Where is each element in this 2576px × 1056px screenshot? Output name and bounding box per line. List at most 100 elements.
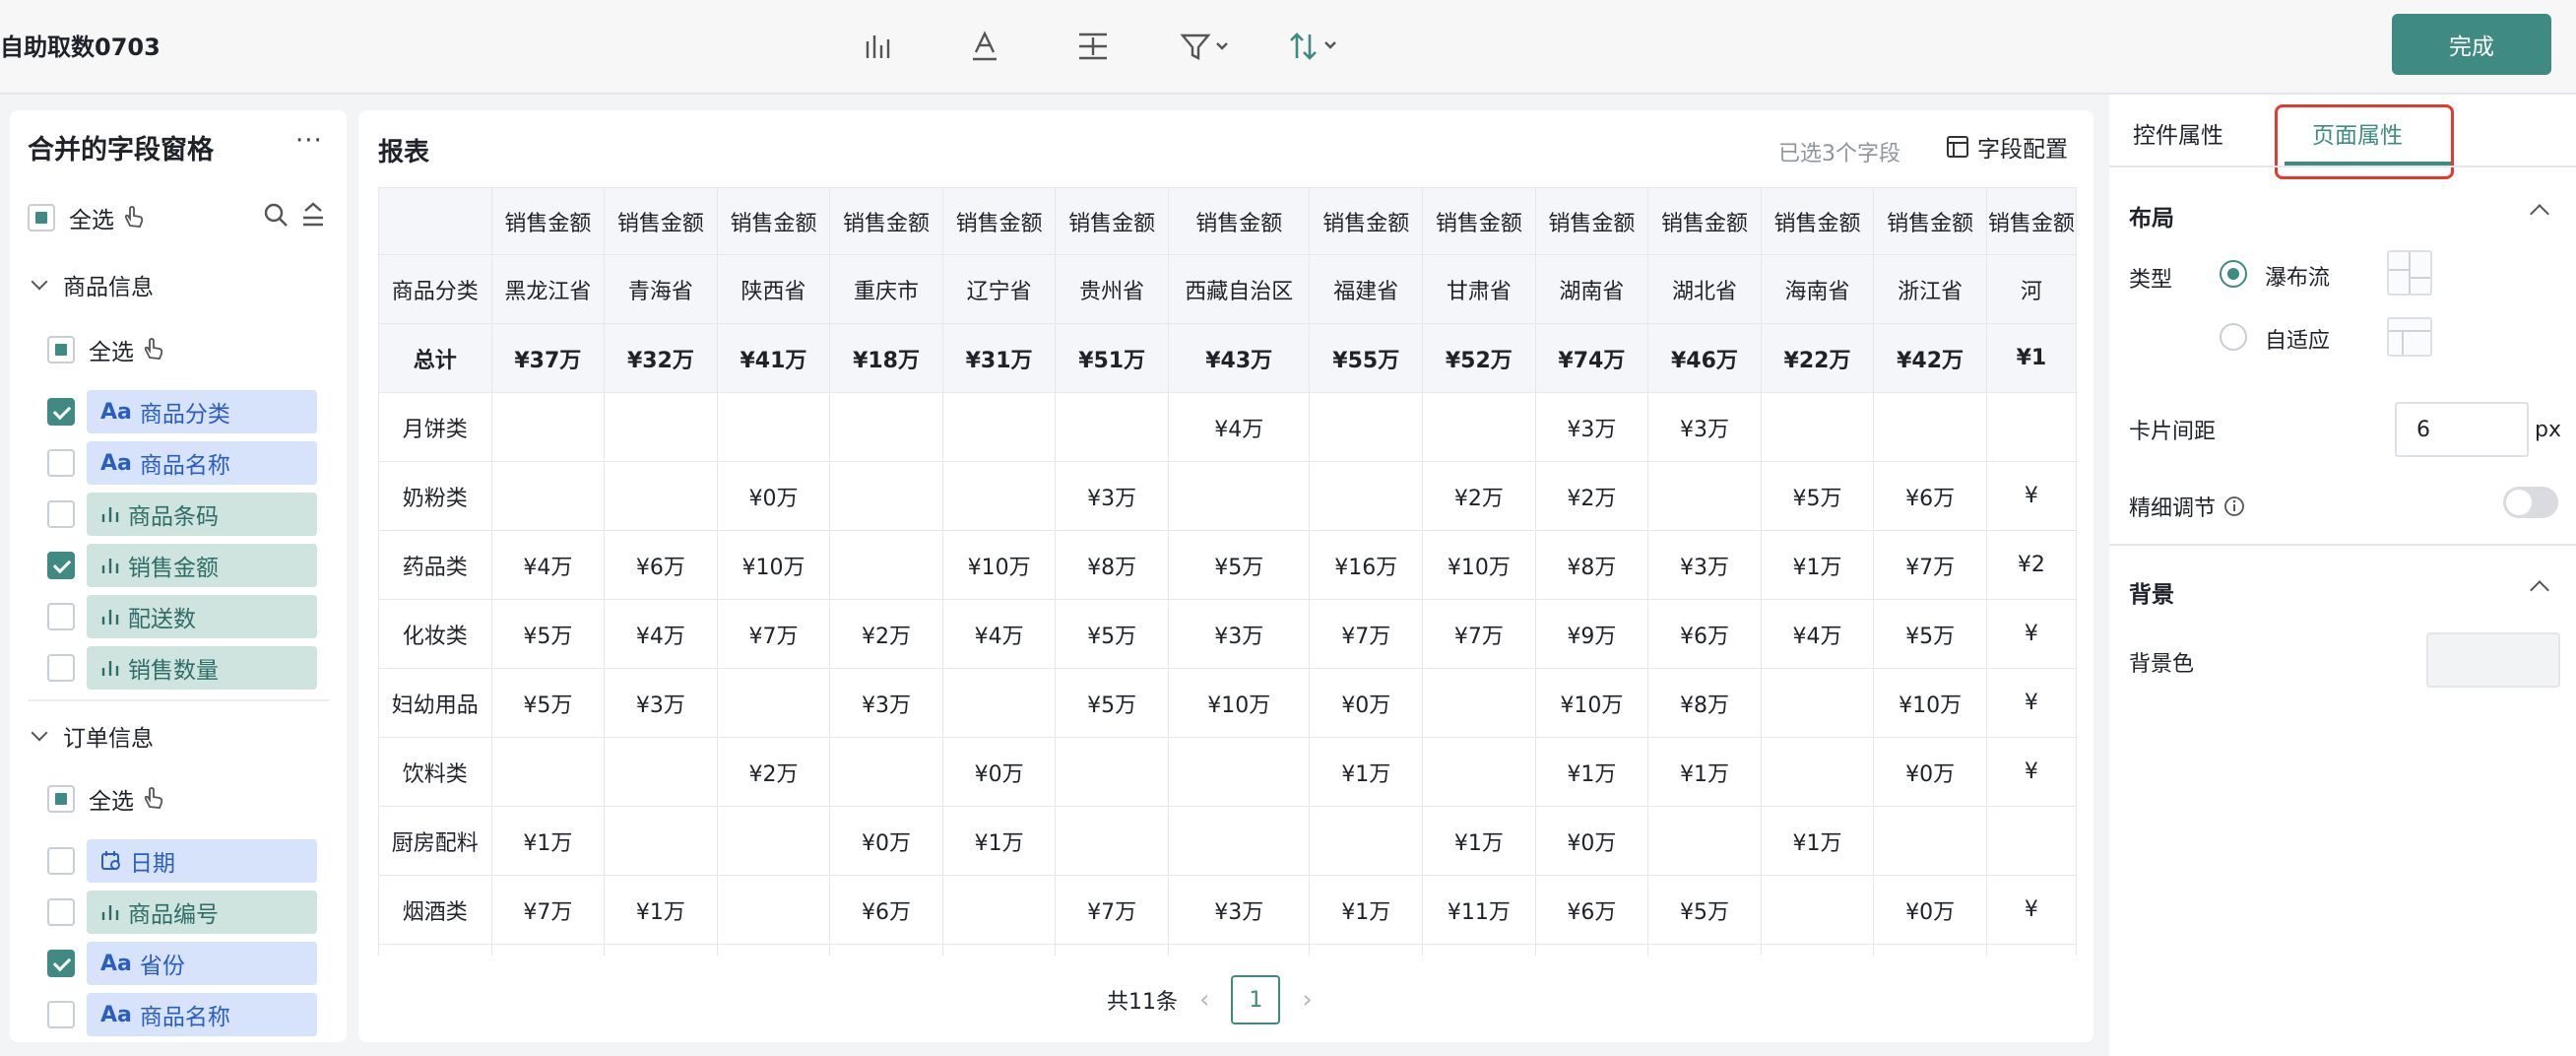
table-cell bbox=[1985, 944, 2077, 956]
text-type-icon: Aa bbox=[100, 399, 132, 425]
row-category-cell: 奶粉类 bbox=[378, 461, 492, 531]
field-item-province[interactable]: Aa 省份 bbox=[87, 942, 317, 985]
waterfall-label: 瀑布流 bbox=[2265, 266, 2331, 291]
field-item-date[interactable]: 日期 bbox=[87, 839, 317, 883]
field-checkbox[interactable] bbox=[47, 1001, 75, 1028]
filter-icon[interactable] bbox=[1178, 22, 1237, 71]
table-row bbox=[378, 944, 2077, 956]
table-cell bbox=[941, 392, 1057, 462]
table-cell bbox=[490, 944, 606, 956]
table-cell bbox=[1647, 461, 1762, 531]
table-cell bbox=[829, 944, 943, 956]
table-cell: ¥10万 bbox=[1873, 668, 1987, 738]
tab-control-properties[interactable]: 控件属性 bbox=[2133, 116, 2223, 150]
table-cell: ¥1万 bbox=[490, 806, 606, 876]
province-header-cell: 黑龙江省 bbox=[490, 254, 606, 324]
field-checkbox[interactable] bbox=[47, 552, 75, 579]
field-checkbox[interactable] bbox=[47, 398, 75, 426]
field-item-delivery-count[interactable]: 配送数 bbox=[87, 595, 317, 638]
field-config-label: 字段配置 bbox=[1977, 137, 2068, 163]
table-row: 妇幼用品 ¥5万 ¥3万 ¥3万 ¥5万 ¥10万 ¥0万 ¥10万 ¥8万 ¥10万 ¥ bbox=[378, 668, 2077, 738]
field-checkbox[interactable] bbox=[47, 847, 75, 875]
chevron-up-icon[interactable] bbox=[2530, 204, 2549, 224]
province-header-cell: 青海省 bbox=[604, 254, 718, 324]
field-config-button[interactable]: 字段配置 bbox=[1946, 130, 2068, 164]
chevron-up-icon[interactable] bbox=[2530, 580, 2549, 600]
table-cell: ¥10万 bbox=[1534, 668, 1649, 738]
table-cell bbox=[1309, 461, 1424, 531]
text-format-icon[interactable] bbox=[965, 22, 1004, 71]
table-cell: ¥6万 bbox=[604, 530, 718, 600]
hand-pointer-icon[interactable] bbox=[142, 338, 167, 362]
table-cell bbox=[1055, 392, 1169, 462]
group-select-all-label: 全选 bbox=[89, 340, 134, 365]
field-checkbox[interactable] bbox=[47, 500, 75, 528]
header-row-measure: 销售金额 销售金额 销售金额 销售金额 销售金额 销售金额 销售金额 销售金额 销售金额 销售金额… bbox=[378, 187, 2077, 255]
table-cell bbox=[1760, 737, 1875, 807]
column-align-icon[interactable] bbox=[1073, 22, 1113, 71]
sort-icon[interactable] bbox=[1286, 22, 1345, 71]
group-select-all-checkbox[interactable] bbox=[47, 336, 75, 363]
select-all-checkbox[interactable] bbox=[28, 204, 55, 231]
field-checkbox[interactable] bbox=[47, 603, 75, 630]
table-cell bbox=[490, 392, 606, 462]
field-item-sales-amount[interactable]: 销售金额 bbox=[87, 544, 317, 587]
adaptive-layout-icon[interactable] bbox=[2387, 317, 2432, 357]
more-icon[interactable]: ··· bbox=[295, 126, 323, 156]
fine-tune-toggle[interactable] bbox=[2503, 487, 2558, 518]
field-label: 配送数 bbox=[128, 607, 196, 632]
field-label: 商品条码 bbox=[128, 504, 219, 530]
field-item-product-name-2[interactable]: Aa 商品名称 bbox=[87, 993, 317, 1036]
field-checkbox[interactable] bbox=[47, 654, 75, 682]
field-item-barcode[interactable]: 商品条码 bbox=[87, 493, 317, 536]
hand-pointer-icon[interactable] bbox=[142, 787, 167, 811]
table-cell: ¥5万 bbox=[1055, 599, 1169, 669]
field-item-sales-quantity[interactable]: 销售数量 bbox=[87, 646, 317, 690]
total-cell: ¥32万 bbox=[604, 323, 718, 393]
field-item-product-category[interactable]: Aa 商品分类 bbox=[87, 390, 317, 433]
total-cell: ¥55万 bbox=[1309, 323, 1424, 393]
collapse-all-icon[interactable] bbox=[299, 201, 327, 229]
row-category-cell bbox=[378, 944, 492, 956]
field-checkbox[interactable] bbox=[47, 898, 75, 926]
chevron-down-icon bbox=[31, 273, 48, 291]
info-icon[interactable] bbox=[2223, 495, 2245, 517]
table-cell: ¥10万 bbox=[1422, 530, 1536, 600]
table-row: 饮料类 ¥2万 ¥0万 ¥1万 ¥1万 ¥1万 ¥0万 ¥ bbox=[378, 737, 2077, 807]
table-cell bbox=[604, 461, 718, 531]
table-cell: ¥1万 bbox=[1760, 806, 1875, 876]
table-cell: ¥11万 bbox=[1422, 875, 1536, 945]
prev-page-button[interactable]: ‹ bbox=[1199, 985, 1209, 1015]
field-item-product-code[interactable]: 商品编号 bbox=[87, 891, 317, 934]
table-cell bbox=[1167, 806, 1311, 876]
card-gap-input[interactable] bbox=[2395, 402, 2529, 457]
page-1-button[interactable]: 1 bbox=[1231, 975, 1281, 1024]
search-icon[interactable] bbox=[262, 201, 290, 229]
adaptive-radio[interactable] bbox=[2220, 323, 2247, 351]
group-header-order-info[interactable]: 订单信息 bbox=[30, 719, 154, 753]
table-cell: ¥3万 bbox=[1534, 392, 1649, 462]
table-cell: ¥8万 bbox=[1534, 530, 1649, 600]
table-cell: ¥2万 bbox=[716, 737, 831, 807]
field-config-icon bbox=[1947, 136, 1968, 158]
field-checkbox[interactable] bbox=[47, 950, 75, 977]
table-cell: ¥2万 bbox=[1422, 461, 1536, 531]
field-checkbox[interactable] bbox=[47, 449, 75, 477]
waterfall-radio[interactable] bbox=[2220, 260, 2247, 288]
field-item-product-name[interactable]: Aa 商品名称 bbox=[87, 441, 317, 485]
group-header-product-info[interactable]: 商品信息 bbox=[30, 268, 154, 301]
report-card: 报表 已选3个字段 字段配置 销售金额 销售金额 销售金额 销售金额 销售金额 销售金额销… bbox=[358, 110, 2093, 1042]
hand-pointer-icon[interactable] bbox=[122, 206, 148, 230]
row-category-cell: 药品类 bbox=[378, 530, 492, 600]
table-cell bbox=[1055, 737, 1169, 807]
group-select-all-checkbox[interactable] bbox=[47, 785, 75, 813]
report-table-scroll[interactable]: 销售金额 销售金额 销售金额 销售金额 销售金额 销售金额 销售金额 销售金额 销售金额 销售金额… bbox=[378, 187, 2077, 956]
table-cell: ¥7万 bbox=[1309, 599, 1424, 669]
province-header-cell: 湖南省 bbox=[1534, 254, 1649, 324]
waterfall-layout-icon[interactable] bbox=[2387, 250, 2432, 296]
background-color-picker[interactable] bbox=[2426, 632, 2560, 688]
bar-chart-icon[interactable] bbox=[859, 22, 898, 71]
next-page-button[interactable]: › bbox=[1302, 985, 1312, 1015]
fine-tune-label: 精细调节 bbox=[2129, 496, 2217, 521]
done-button[interactable]: 完成 bbox=[2392, 14, 2551, 75]
